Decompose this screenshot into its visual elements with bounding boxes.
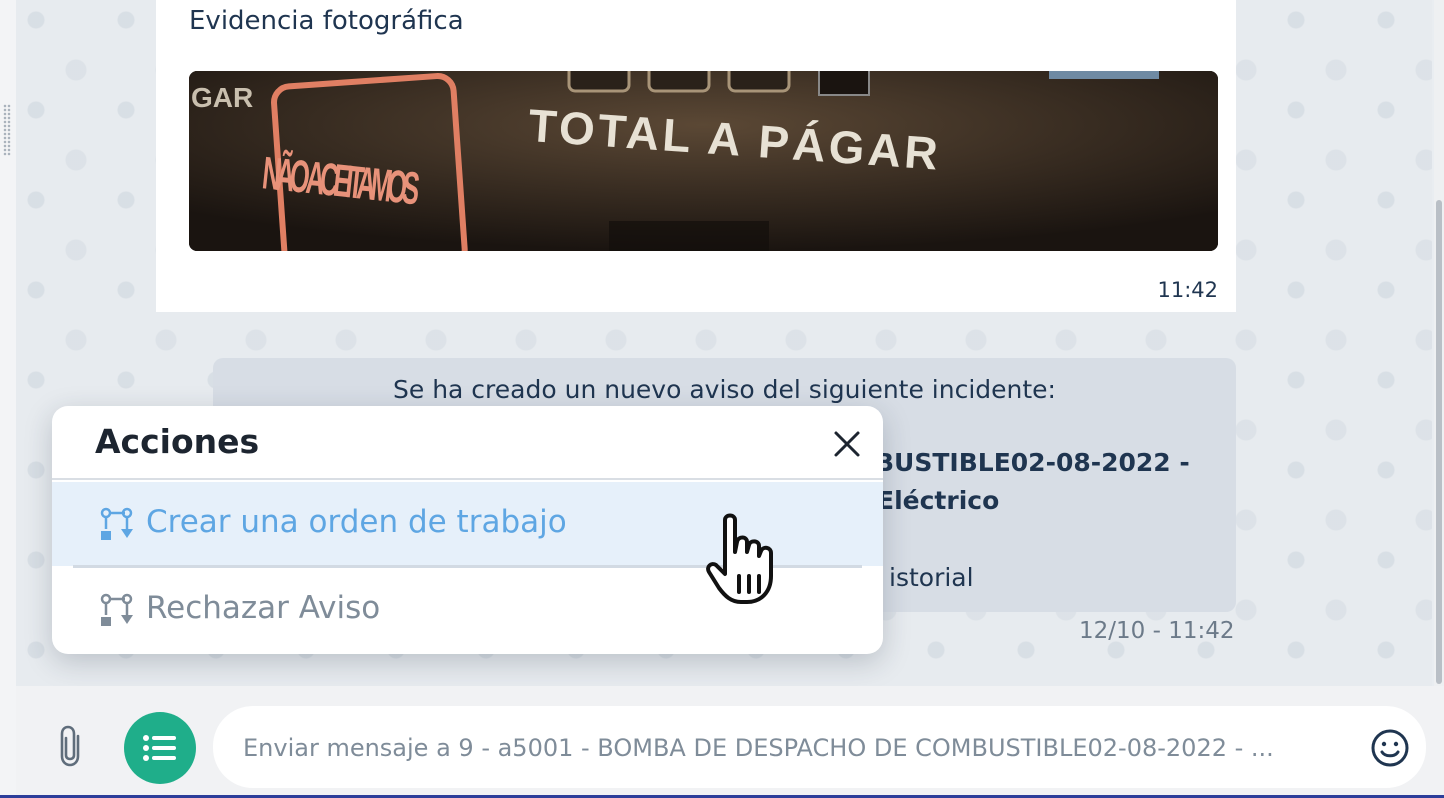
photo-message: Evidencia fotográfica NÃO ACEITAMOS TOTA… (156, 0, 1236, 312)
create-work-order-label: Crear una orden de trabajo (146, 504, 567, 540)
notice-history-link[interactable]: istorial (889, 563, 974, 592)
scrollbar-thumb[interactable] (1436, 200, 1442, 684)
left-panel-edge (0, 0, 16, 798)
notice-timestamp: 12/10 - 11:42 (1079, 618, 1235, 644)
notice-incident-name: BUSTIBLE02-08-2022 - (875, 448, 1190, 477)
list-icon (143, 735, 176, 761)
create-work-order-button[interactable]: Crear una orden de trabajo (52, 482, 883, 566)
workflow-icon (99, 507, 133, 541)
notice-intro-text: Se ha creado un nuevo aviso del siguient… (393, 375, 1056, 404)
message-input-wrapper (213, 706, 1426, 788)
reject-notice-label: Rechazar Aviso (146, 590, 381, 626)
photo-message-time: 11:42 (1157, 278, 1218, 302)
photo-message-title: Evidencia fotográfica (189, 6, 464, 36)
evidence-photo[interactable]: NÃO ACEITAMOS TOTAL A PÁGAR GAR (189, 71, 1218, 251)
smiley-icon[interactable] (1369, 727, 1411, 769)
photo-sign-gar: GAR (191, 82, 253, 113)
popup-divider (52, 478, 883, 480)
popup-title: Acciones (95, 422, 260, 461)
notice-incident-type: Eléctrico (877, 486, 1000, 515)
workflow-icon (99, 593, 133, 627)
chat-scrollbar[interactable] (1434, 0, 1444, 686)
resize-grip-icon[interactable] (3, 104, 11, 156)
message-input[interactable] (241, 724, 1325, 772)
actions-menu-button[interactable] (124, 712, 196, 784)
actions-popup: Acciones Crear una orden de trabajo Rech… (52, 406, 883, 654)
close-icon[interactable] (827, 424, 867, 464)
paperclip-icon[interactable] (54, 724, 88, 768)
reject-notice-button[interactable]: Rechazar Aviso (52, 568, 883, 652)
